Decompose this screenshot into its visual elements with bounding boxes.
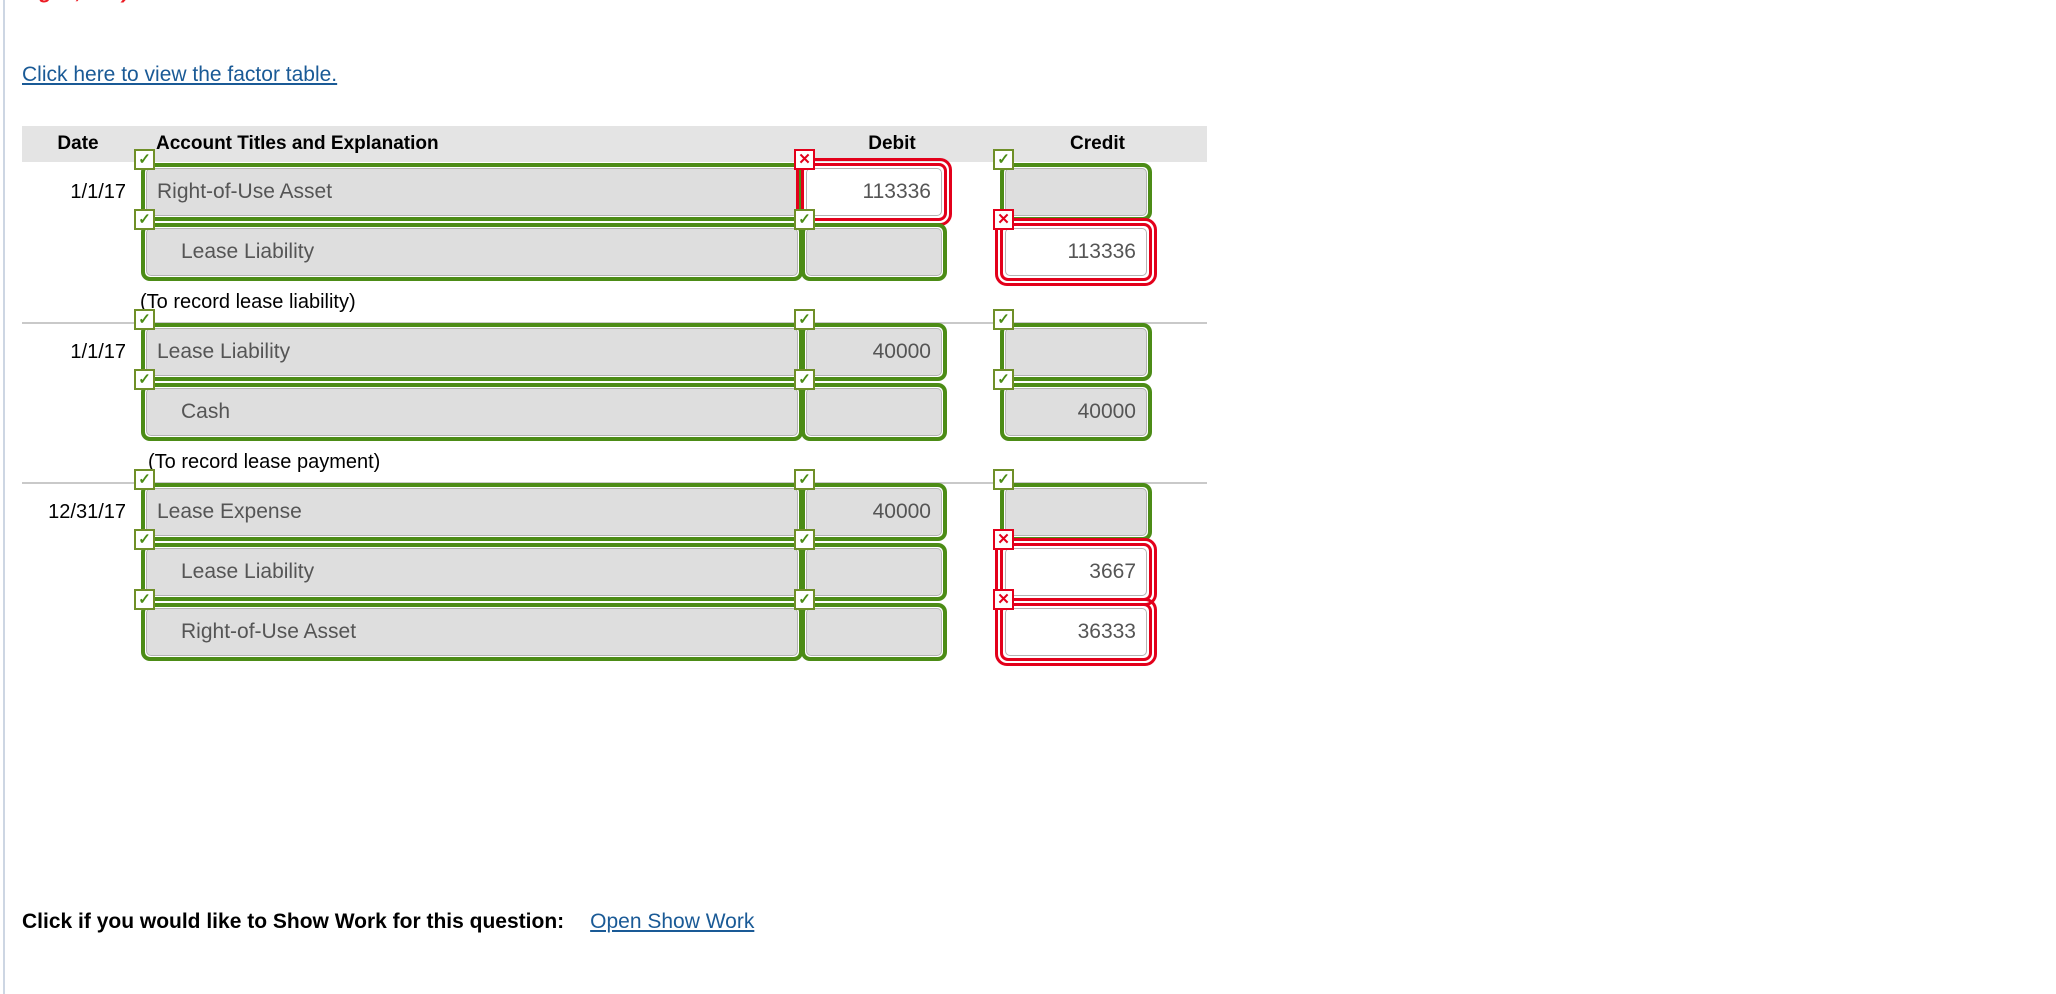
credit-field-wrapper: ✕ 36333	[993, 589, 1157, 666]
credit-input[interactable]	[1005, 488, 1147, 536]
debit-field-wrapper: ✓ 40000	[794, 309, 947, 381]
column-header-account: Account Titles and Explanation	[156, 133, 439, 154]
debit-field-wrapper: ✓	[794, 369, 947, 441]
cross-icon: ✕	[794, 149, 815, 170]
check-icon: ✓	[993, 369, 1014, 390]
debit-input[interactable]	[806, 608, 942, 656]
check-icon: ✓	[993, 149, 1014, 170]
open-show-work-link[interactable]: Open Show Work	[590, 910, 754, 934]
table-row: ✓ Cash ✓ ✓ 40000	[22, 369, 1207, 442]
journal-entry-group: 12/31/17 ✓ Lease Expense ✓ 40000 ✓ ✓ Lease Liab…	[22, 469, 1207, 666]
account-field-wrapper: ✓ Cash	[134, 369, 803, 441]
debit-field-wrapper: ✓	[794, 589, 947, 661]
entry-date: 1/1/17	[70, 180, 126, 203]
debit-field-wrapper: ✓	[794, 209, 947, 281]
credit-input[interactable]	[1005, 168, 1147, 216]
account-field-wrapper: ✓ Lease Expense	[134, 469, 803, 541]
check-icon: ✓	[794, 529, 815, 550]
instruction-text: e.g. 5,265.)	[22, 0, 2042, 7]
credit-input[interactable]	[1005, 328, 1147, 376]
check-icon: ✓	[134, 149, 155, 170]
check-icon: ✓	[993, 309, 1014, 330]
account-input[interactable]: Lease Liability	[146, 228, 798, 276]
factor-table-link[interactable]: Click here to view the factor table.	[22, 63, 337, 87]
account-input[interactable]: Lease Liability	[146, 548, 798, 596]
debit-field-wrapper: ✕ 113336	[794, 149, 952, 226]
entry-memo: (To record lease payment)	[148, 451, 381, 473]
table-row: ✓ Lease Liability ✓ ✕ 3667	[22, 529, 1207, 606]
show-work-label: Click if you would like to Show Work for…	[22, 910, 565, 933]
account-input[interactable]: Cash	[146, 388, 798, 436]
credit-input[interactable]: 113336	[1005, 228, 1147, 276]
debit-input[interactable]: 40000	[806, 488, 942, 536]
check-icon: ✓	[134, 589, 155, 610]
check-icon: ✓	[134, 309, 155, 330]
credit-field-wrapper: ✓	[993, 469, 1152, 541]
account-field-wrapper: ✓ Lease Liability	[134, 309, 803, 381]
debit-input[interactable]: 113336	[806, 168, 942, 216]
account-input[interactable]: Right-of-Use Asset	[146, 168, 798, 216]
check-icon: ✓	[993, 469, 1014, 490]
debit-input[interactable]	[806, 228, 942, 276]
check-icon: ✓	[794, 309, 815, 330]
check-icon: ✓	[794, 469, 815, 490]
account-field-wrapper: ✓ Lease Liability	[134, 529, 803, 601]
column-header-date: Date	[57, 133, 99, 154]
credit-input[interactable]: 40000	[1005, 388, 1147, 436]
account-input[interactable]: Lease Liability	[146, 328, 798, 376]
cross-icon: ✕	[993, 529, 1014, 550]
credit-field-wrapper: ✕ 113336	[993, 209, 1157, 286]
account-input[interactable]: Lease Expense	[146, 488, 798, 536]
table-row: ✓ Lease Liability ✓ ✕ 113336	[22, 209, 1207, 286]
credit-field-wrapper: ✕ 3667	[993, 529, 1157, 606]
debit-input[interactable]	[806, 388, 942, 436]
table-row: 1/1/17 ✓ Lease Liability ✓ 40000 ✓	[22, 309, 1207, 382]
journal-table-body: 1/1/17 ✓ Right-of-Use Asset ✕ 113336 ✓ ✓ Lease …	[22, 149, 1207, 666]
table-row: 1/1/17 ✓ Right-of-Use Asset ✕ 113336 ✓	[22, 149, 1207, 226]
debit-input[interactable]	[806, 548, 942, 596]
journal-entry-table: Date Account Titles and Explanation Debi…	[22, 126, 1207, 666]
debit-input[interactable]: 40000	[806, 328, 942, 376]
page-left-rule	[3, 0, 5, 994]
column-header-debit: Debit	[868, 133, 916, 154]
table-row: 12/31/17 ✓ Lease Expense ✓ 40000 ✓	[22, 469, 1207, 542]
credit-field-wrapper: ✓	[993, 309, 1152, 381]
cross-icon: ✕	[993, 589, 1014, 610]
check-icon: ✓	[794, 589, 815, 610]
check-icon: ✓	[134, 369, 155, 390]
show-work-row: Click if you would like to Show Work for…	[22, 910, 754, 934]
check-icon: ✓	[794, 209, 815, 230]
account-input[interactable]: Right-of-Use Asset	[146, 608, 798, 656]
check-icon: ✓	[134, 529, 155, 550]
entry-date: 1/1/17	[70, 340, 126, 363]
debit-field-wrapper: ✓ 40000	[794, 469, 947, 541]
account-field-wrapper: ✓ Right-of-Use Asset	[134, 149, 803, 221]
entry-memo: (To record lease liability)	[140, 291, 356, 313]
credit-field-wrapper: ✓	[993, 149, 1152, 221]
debit-field-wrapper: ✓	[794, 529, 947, 601]
check-icon: ✓	[794, 369, 815, 390]
check-icon: ✓	[134, 209, 155, 230]
column-header-credit: Credit	[1070, 133, 1125, 154]
credit-field-wrapper: ✓ 40000	[993, 369, 1152, 441]
entry-date: 12/31/17	[48, 500, 126, 523]
check-icon: ✓	[134, 469, 155, 490]
journal-entry-group: 1/1/17 ✓ Right-of-Use Asset ✕ 113336 ✓ ✓ Lease …	[22, 149, 1207, 322]
cross-icon: ✕	[993, 209, 1014, 230]
journal-entry-group: 1/1/17 ✓ Lease Liability ✓ 40000 ✓ ✓ Cash ✓ ✓ 4000…	[22, 309, 1207, 482]
credit-input[interactable]: 36333	[1005, 608, 1147, 656]
table-row: ✓ Right-of-Use Asset ✓ ✕ 36333	[22, 589, 1207, 666]
journal-table-header: Date Account Titles and Explanation Debi…	[22, 126, 1207, 162]
account-field-wrapper: ✓ Right-of-Use Asset	[134, 589, 803, 661]
credit-input[interactable]: 3667	[1005, 548, 1147, 596]
account-field-wrapper: ✓ Lease Liability	[134, 209, 803, 281]
